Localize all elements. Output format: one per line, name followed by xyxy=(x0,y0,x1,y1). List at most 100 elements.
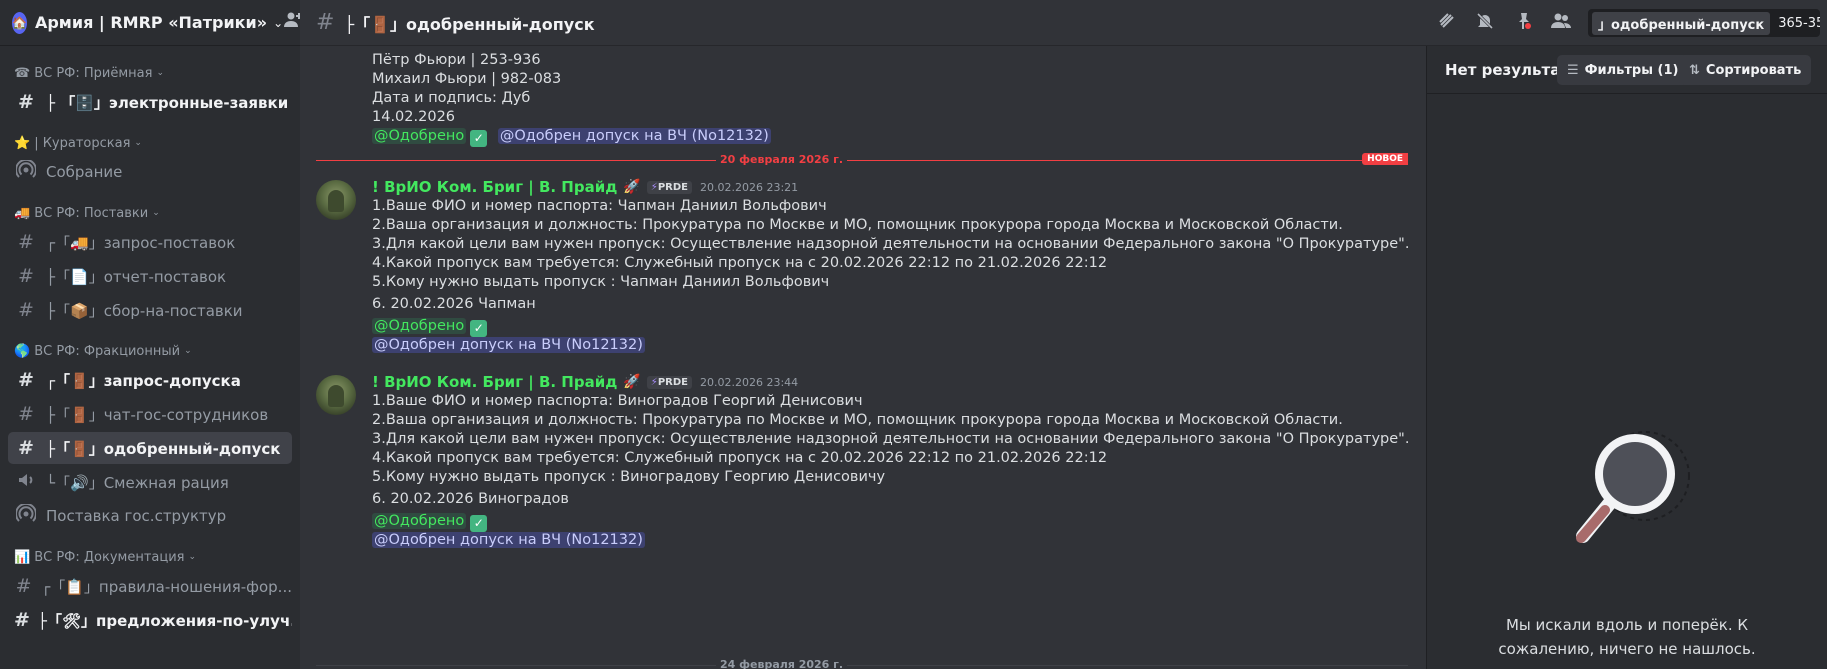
new-badge: НОВОЕ xyxy=(1362,153,1408,165)
category-emoji-icon: 🌎 xyxy=(14,343,31,359)
message-text-line: 6. 20.02.2026 Виноградов xyxy=(372,491,569,507)
sidebar-channel-item[interactable]: # ┌「🚪」запрос-допуска xyxy=(8,364,292,396)
server-header[interactable]: 🏠 Армия | RMRP «Патрики» ⌄ xyxy=(0,0,300,46)
text-channel-icon: # xyxy=(18,231,34,253)
sidebar-channel-item[interactable]: # ├ 「🗄️」электронные-заявки xyxy=(8,86,292,118)
search-input[interactable]: 」одобренный-допуск 365-356 ✕ xyxy=(1588,9,1820,37)
role-mention-approved[interactable]: @Одобрено xyxy=(372,513,467,529)
sidebar-channel-item[interactable]: Поставка гос.структур xyxy=(8,500,292,532)
check-mark-icon: ✓ xyxy=(470,130,488,147)
sidebar-channel-item[interactable]: # ├「🚪」чат-гос-сотрудников xyxy=(8,398,292,430)
sidebar-channel-item[interactable]: # ├「🛠」предложения-по-улуч... xyxy=(8,604,292,636)
category-header[interactable]: ⭐ | Кураторская ⌄ xyxy=(0,132,300,154)
chevron-down-icon: ⌄ xyxy=(188,552,197,562)
author-name[interactable]: ! ВрИО Ком. Бриг | В. Прайд xyxy=(372,373,617,391)
stage-voice-icon xyxy=(14,502,38,529)
channel-label: Поставка гос.структур xyxy=(46,507,227,525)
date-divider: 24 февраля 2026 г. xyxy=(316,658,1408,669)
text-channel-icon: # xyxy=(18,403,34,425)
channel-label: └「🔊」Смежная рация xyxy=(46,473,229,492)
empty-state-text: Мы искали вдоль и поперёк. К сожалению, … xyxy=(1487,613,1767,661)
channel-label: ├ 「🗄️」электронные-заявки xyxy=(46,93,289,112)
channel-label: ┌「🚚」запрос-поставок xyxy=(46,233,236,252)
message-text-line: 5.Кому нужно выдать пропуск : Чапман Дан… xyxy=(372,274,830,290)
channel-label: ├「📄」отчет-поставок xyxy=(46,267,227,286)
invite-people-icon[interactable] xyxy=(283,10,300,35)
sidebar-channel-item[interactable]: # ├「📄」отчет-поставок xyxy=(8,260,292,292)
message-list: Пётр Фьюри | 253-936 Михаил Фьюри | 982-… xyxy=(300,46,1426,669)
search-results-panel: Нет результатов ☰ Фильтры (1) ⇅ Сортироват… xyxy=(1426,46,1827,669)
message-mentions-line: @Одобрено ✓ xyxy=(372,318,488,337)
message-text-line: 2.Ваша организация и должность: Прокурат… xyxy=(372,412,1343,428)
pin-icon[interactable] xyxy=(1504,11,1542,36)
category-header[interactable]: 📊 ВС РФ: Документация ⌄ xyxy=(0,546,300,568)
date-divider-label: 24 февраля 2026 г. xyxy=(716,658,848,669)
role-mention-access[interactable]: @Одобрен допуск на ВЧ (No12132) xyxy=(372,532,645,548)
category-emoji-icon: 🚚 xyxy=(14,205,31,221)
message-mentions-line: @Одобрен допуск на ВЧ (No12132) xyxy=(372,337,645,353)
server-icon: 🏠 xyxy=(12,11,27,34)
server-name[interactable]: Армия | RMRP «Патрики» xyxy=(35,13,267,32)
stage-voice-icon xyxy=(14,158,38,185)
channel-sidebar: 🏠 Армия | RMRP «Патрики» ⌄ ☎ ВС РФ: Приём… xyxy=(0,0,300,669)
sidebar-channel-item[interactable]: # ├「🚪」одобренный-допуск xyxy=(8,432,292,464)
threads-icon[interactable] xyxy=(1428,11,1466,36)
message-timestamp[interactable]: 20.02.2026 23:44 xyxy=(700,376,798,389)
text-channel-icon: # xyxy=(18,91,34,113)
role-mention-access[interactable]: @Одобрен допуск на ВЧ (No12132) xyxy=(372,337,645,353)
author-name[interactable]: ! ВрИО Ком. Бриг | В. Прайд xyxy=(372,178,617,196)
category-label: | Кураторская xyxy=(34,135,131,151)
category-header[interactable]: 🌎 ВС РФ: Фракционный ⌄ xyxy=(0,340,300,362)
sidebar-channel-item[interactable]: # ├「📦」сбор-на-поставки xyxy=(8,294,292,326)
header-toolbar xyxy=(1428,0,1580,46)
message-text-line: Дата и подпись: Дуб xyxy=(372,90,531,106)
chevron-down-icon: ⌄ xyxy=(134,138,142,148)
rocket-icon: 🚀 xyxy=(623,179,641,195)
channel-label: ├「🛠」предложения-по-улуч... xyxy=(37,611,292,630)
sidebar-channel-item[interactable]: # ┌「📋」правила-ношения-фор... xyxy=(8,570,292,602)
sidebar-channel-item[interactable]: Собрание xyxy=(8,156,292,188)
category-label: ВС РФ: Приёмная xyxy=(34,65,153,81)
guild-tag[interactable]: ⚡PRDE xyxy=(646,180,692,194)
text-channel-icon: # xyxy=(15,575,32,597)
channel-label: Собрание xyxy=(46,163,123,181)
text-channel-icon: # xyxy=(18,369,34,391)
role-mention-approved[interactable]: @Одобрено xyxy=(372,318,467,334)
sort-icon: ⇅ xyxy=(1689,62,1700,78)
sidebar-channel-item[interactable]: └「🔊」Смежная рация xyxy=(8,466,292,498)
category-emoji-icon: 📊 xyxy=(14,549,31,565)
sort-button[interactable]: ⇅ Сортировать xyxy=(1679,55,1812,85)
message-text-line: Михаил Фьюри | 982-083 xyxy=(372,71,562,87)
message-text-line: 4.Какой пропуск вам требуется: Служебный… xyxy=(372,255,1108,271)
role-mention-access[interactable]: @Одобрен допуск на ВЧ (No12132) xyxy=(497,128,771,144)
sliders-icon: ☰ xyxy=(1567,62,1579,78)
message-text-line: 2.Ваша организация и должность: Прокурат… xyxy=(372,217,1343,233)
filters-button[interactable]: ☰ Фильтры (1) xyxy=(1557,55,1689,85)
chevron-down-icon[interactable]: ⌄ xyxy=(273,16,283,30)
avatar[interactable] xyxy=(316,375,356,415)
guild-tag[interactable]: ⚡PRDE xyxy=(646,375,692,389)
avatar[interactable] xyxy=(316,180,356,220)
message-text-line: 3.Для какой цели вам нужен пропуск: Осущ… xyxy=(372,431,1410,447)
search-query-text[interactable]: 365-356 xyxy=(1778,16,1820,31)
text-channel-icon: # xyxy=(316,10,335,35)
sidebar-channel-item[interactable]: # ┌「🚚」запрос-поставок xyxy=(8,226,292,258)
role-mention-approved[interactable]: @Одобрено xyxy=(372,128,467,144)
message-text-line: Пётр Фьюри | 253-936 xyxy=(372,52,541,68)
text-channel-icon: # xyxy=(14,609,30,631)
mute-icon[interactable] xyxy=(1466,11,1504,36)
category-emoji-icon: ⭐ xyxy=(14,135,31,151)
guild-tag-label: PRDE xyxy=(657,181,688,193)
search-filter-chip[interactable]: 」одобренный-допуск xyxy=(1592,11,1771,35)
members-icon[interactable] xyxy=(1542,11,1580,36)
channel-label: ┌「📋」правила-ношения-фор... xyxy=(41,577,292,596)
rocket-icon: 🚀 xyxy=(623,374,641,390)
filters-label: Фильтры (1) xyxy=(1584,62,1679,78)
category-header[interactable]: ☎ ВС РФ: Приёмная ⌄ xyxy=(0,62,300,84)
category-header[interactable]: 🚚 ВС РФ: Поставки ⌄ xyxy=(0,202,300,224)
category-label: ВС РФ: Документация xyxy=(34,549,185,565)
magnifier-illustration-icon xyxy=(1576,431,1690,543)
check-mark-icon: ✓ xyxy=(470,320,488,337)
message-timestamp[interactable]: 20.02.2026 23:21 xyxy=(700,181,798,194)
date-divider-label: 20 февраля 2026 г. xyxy=(716,153,848,166)
